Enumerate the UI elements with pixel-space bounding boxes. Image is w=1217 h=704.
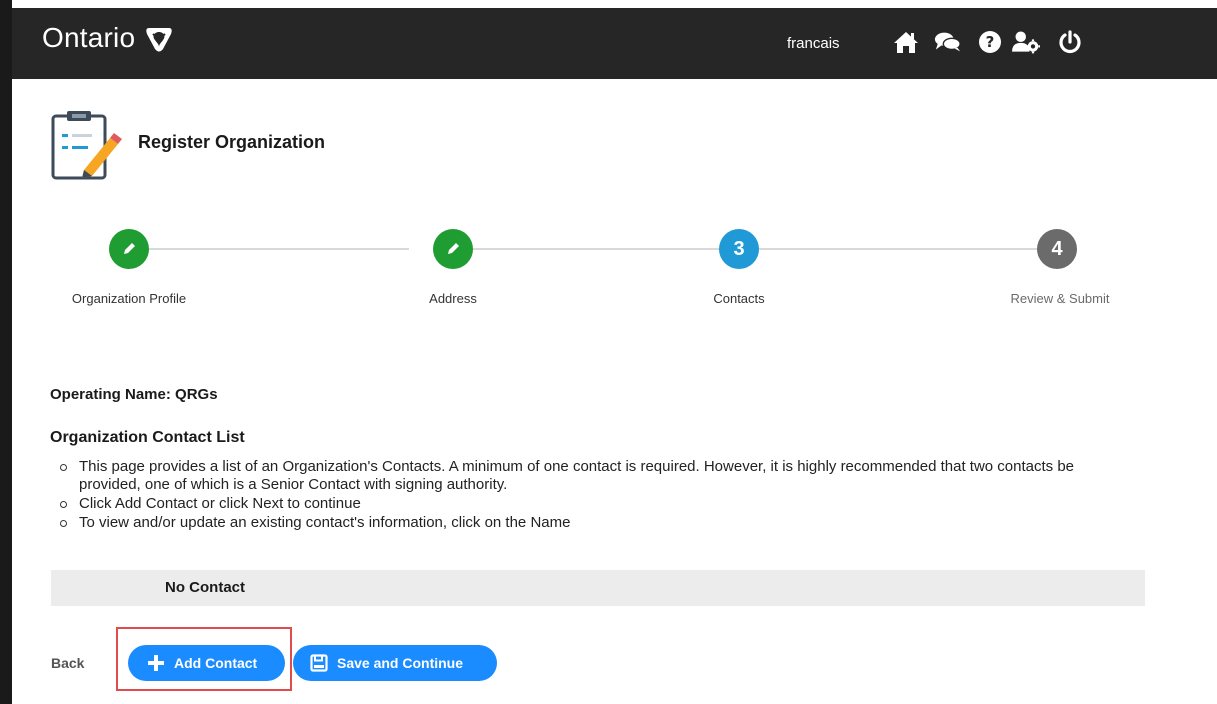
step-2-completed[interactable] (433, 229, 473, 269)
svg-text:?: ? (986, 33, 995, 51)
top-header: Ontario francais ? (12, 8, 1217, 79)
help-icon[interactable]: ? (976, 28, 1004, 56)
operating-name: Operating Name: QRGs (50, 386, 218, 403)
add-contact-button[interactable]: Add Contact (128, 645, 285, 681)
contact-table: No Contact (51, 570, 1145, 606)
window-top-edge (0, 0, 1217, 8)
plus-icon (146, 653, 166, 673)
home-icon[interactable] (892, 28, 920, 56)
step-connector (149, 248, 409, 250)
save-and-continue-button[interactable]: Save and Continue (293, 645, 497, 681)
pencil-icon (448, 243, 459, 254)
progress-stepper: 3 4 Organization Profile Address Contact… (0, 226, 1217, 316)
step-label-organization-profile[interactable]: Organization Profile (72, 291, 186, 306)
brand-name: Ontario (42, 22, 136, 53)
instruction-item: To view and/or update an existing contac… (58, 514, 1138, 532)
step-label-contacts: Contacts (713, 291, 765, 306)
step-connector (473, 248, 719, 250)
pencil-icon (124, 243, 135, 254)
back-link[interactable]: Back (51, 655, 84, 671)
step-1-completed[interactable] (109, 229, 149, 269)
page-title: Register Organization (138, 132, 326, 152)
trillium-logo-icon (146, 28, 172, 52)
window-left-edge (0, 0, 12, 704)
save-icon (309, 653, 329, 673)
user-settings-icon[interactable] (1012, 28, 1040, 56)
step-4-pending: 4 (1037, 229, 1077, 269)
chat-icon[interactable] (934, 28, 962, 56)
contact-list-title: Organization Contact List (50, 429, 245, 446)
instruction-item: This page provides a list of an Organiza… (58, 458, 1138, 494)
step-connector (759, 248, 1037, 250)
power-icon[interactable] (1056, 28, 1084, 56)
save-and-continue-label: Save and Continue (337, 655, 464, 671)
ontario-brand[interactable]: Ontario (42, 22, 175, 54)
step-label-review-submit: Review & Submit (1010, 291, 1110, 306)
empty-contacts-message: No Contact (165, 579, 245, 596)
clipboard-pencil-icon (51, 111, 122, 180)
instruction-list: This page provides a list of an Organiza… (58, 458, 1138, 533)
step-3-current: 3 (719, 229, 759, 269)
step-label-address[interactable]: Address (429, 291, 477, 306)
add-contact-label: Add Contact (174, 655, 258, 671)
language-toggle-link[interactable]: francais (787, 35, 840, 52)
instruction-item: Click Add Contact or click Next to conti… (58, 495, 1138, 513)
